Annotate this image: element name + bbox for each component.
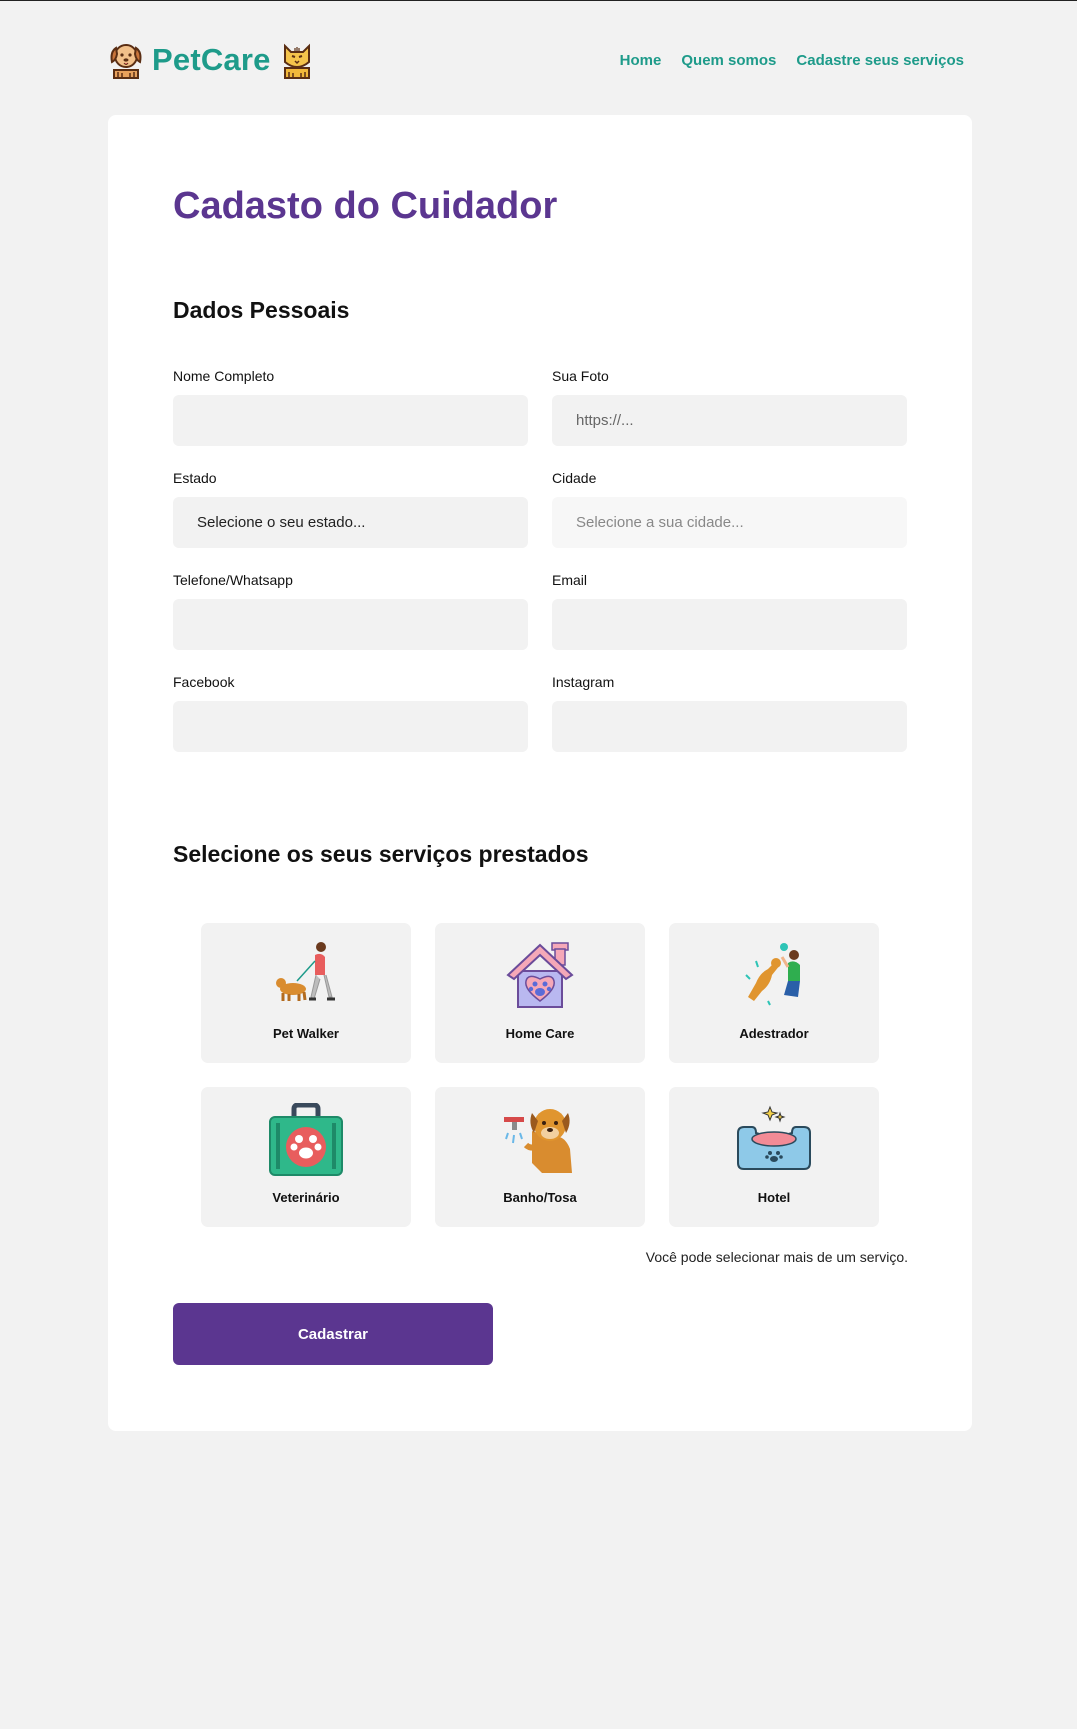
registration-card: Cadasto do Cuidador Dados Pessoais Nome … bbox=[108, 115, 972, 1431]
main-nav: Home Quem somos Cadastre seus serviços bbox=[620, 52, 964, 69]
service-label: Veterinário bbox=[272, 1190, 340, 1205]
service-hotel[interactable]: Hotel bbox=[669, 1087, 879, 1227]
services-heading: Selecione os seus serviços prestados bbox=[173, 841, 589, 867]
page-title: Cadasto do Cuidador bbox=[173, 185, 558, 227]
nome-label: Nome Completo bbox=[173, 368, 275, 384]
service-label: Banho/Tosa bbox=[503, 1190, 577, 1205]
services-hint: Você pode selecionar mais de um serviço. bbox=[645, 1249, 908, 1265]
pet-house-icon bbox=[506, 942, 574, 1008]
email-label: Email bbox=[552, 572, 588, 588]
foto-label: Sua Foto bbox=[552, 368, 609, 384]
facebook-input[interactable] bbox=[173, 701, 528, 752]
service-label: Hotel bbox=[757, 1190, 791, 1205]
telefone-input[interactable] bbox=[173, 599, 528, 650]
estado-select-value: Selecione o seu estado... bbox=[197, 514, 366, 531]
service-pet-walker[interactable]: Pet Walker bbox=[201, 923, 411, 1063]
service-label: Home Care bbox=[505, 1026, 575, 1041]
cidade-label: Cidade bbox=[552, 470, 597, 486]
estado-select[interactable]: Selecione o seu estado... bbox=[173, 497, 528, 548]
instagram-label: Instagram bbox=[552, 674, 615, 690]
dog-logo-icon bbox=[110, 44, 142, 79]
service-label: Pet Walker bbox=[273, 1026, 339, 1041]
personal-data-heading: Dados Pessoais bbox=[173, 297, 350, 323]
dog-bath-icon bbox=[504, 1109, 572, 1173]
telefone-label: Telefone/Whatsapp bbox=[173, 572, 293, 588]
facebook-label: Facebook bbox=[173, 674, 235, 690]
estado-label: Estado bbox=[173, 470, 217, 486]
dog-trainer-icon bbox=[745, 943, 800, 1006]
cidade-select[interactable]: Selecione a sua cidade... bbox=[552, 497, 907, 548]
cadastrar-button[interactable]: Cadastrar bbox=[173, 1303, 493, 1365]
service-label: Adestrador bbox=[739, 1026, 809, 1041]
cat-logo-icon bbox=[283, 43, 310, 79]
instagram-input[interactable] bbox=[552, 701, 907, 752]
foto-url-input[interactable] bbox=[552, 395, 907, 446]
dog-walker-icon bbox=[276, 942, 335, 1001]
service-adestrador[interactable]: Adestrador bbox=[669, 923, 879, 1063]
cidade-select-value: Selecione a sua cidade... bbox=[576, 514, 744, 531]
service-banho-tosa[interactable]: Banho/Tosa bbox=[435, 1087, 645, 1227]
brand-logo[interactable]: PetCare bbox=[108, 40, 315, 80]
nav-home[interactable]: Home bbox=[620, 52, 662, 69]
service-veterinario[interactable]: Veterinário bbox=[201, 1087, 411, 1227]
vet-kit-icon bbox=[269, 1103, 343, 1176]
email-input[interactable] bbox=[552, 599, 907, 650]
site-header: PetCare Home Quem somos Cadastre seus se… bbox=[108, 37, 970, 83]
brand-name: PetCare bbox=[152, 42, 271, 77]
service-home-care[interactable]: Home Care bbox=[435, 923, 645, 1063]
nome-input[interactable] bbox=[173, 395, 528, 446]
pet-bed-icon bbox=[737, 1105, 811, 1170]
nav-cadastre-servicos[interactable]: Cadastre seus serviços bbox=[796, 52, 964, 69]
nav-quem-somos[interactable]: Quem somos bbox=[681, 52, 776, 69]
